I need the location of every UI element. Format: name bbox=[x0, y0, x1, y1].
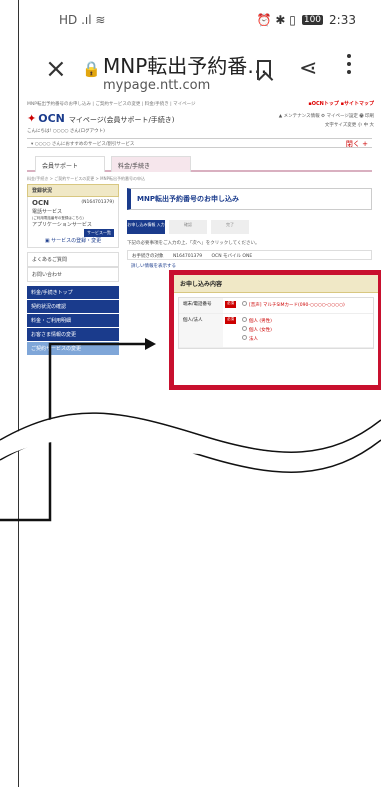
type-options: 個人 (男性) 個人 (女性) 法人 bbox=[238, 314, 373, 347]
contract-row: お手続きの対象 N164701379 OCN モバイル ONE bbox=[127, 250, 372, 260]
url-host[interactable]: mypage.ntt.com bbox=[103, 78, 210, 93]
contract-label: お手続きの対象 bbox=[132, 254, 164, 259]
alarm-bluetooth-icons: ⏰ ✱ ▯ bbox=[256, 13, 296, 27]
close-icon[interactable]: × bbox=[45, 54, 67, 84]
form-highlight-box: お申し込み内容 端末/電話番号 必須 [音声] マルチSIMカード(090-○○… bbox=[169, 270, 381, 390]
greeting: こんにちは! ○○○○ さん(ログアウト) bbox=[27, 129, 105, 134]
tab-procedure[interactable]: 料金/手続き bbox=[111, 156, 191, 172]
sidebar-nav-item[interactable]: 契約状況の確認 bbox=[27, 300, 119, 314]
type-label: 個人/法人 bbox=[179, 314, 223, 347]
instruction-text: 下記の必要事項をご入力の上、「次へ」をクリックしてください。 bbox=[127, 241, 260, 246]
status-bar: HD .ıl ≋ ⏰ ✱ ▯ 100 2:33 bbox=[19, 0, 381, 40]
option-male[interactable]: 個人 (男性) bbox=[249, 319, 272, 324]
phone-service-label: 電話サービス bbox=[32, 209, 63, 215]
terminal-value[interactable]: [音声] マルチSIMカード(090-○○○○-○○○○) bbox=[249, 303, 345, 308]
option-female[interactable]: 個人 (女性) bbox=[249, 328, 272, 333]
recommend-bar[interactable]: ▾ ○○○○ さんにおすすめのサービス/割引サービス 閉く + bbox=[27, 138, 372, 148]
required-badge: 必須 bbox=[225, 317, 236, 324]
tab-support[interactable]: 会員サポート bbox=[35, 156, 105, 172]
content-title: MNP転出予約番号のお申し込み bbox=[127, 188, 372, 210]
radio-female[interactable] bbox=[242, 326, 247, 331]
logo-subtitle: マイページ(会員サポート/手続き) bbox=[68, 116, 175, 124]
required-badge: 必須 bbox=[225, 301, 236, 308]
sidebar-item-contact[interactable]: お問い合わせ bbox=[27, 267, 119, 282]
terminal-radio[interactable] bbox=[242, 301, 247, 306]
browser-toolbar: × 🔒 MNP転出予約番… mypage.ntt.com ⋖ bbox=[19, 40, 381, 98]
status-right: ⏰ ✱ ▯ 100 2:33 bbox=[257, 13, 356, 27]
sidebar-nav-item[interactable]: 料金・ご利用明細 bbox=[27, 314, 119, 328]
form-row-type: 個人/法人 必須 個人 (男性) 個人 (女性) 法人 bbox=[179, 314, 373, 348]
sidebar-nav-item[interactable]: 料金/手続きトップ bbox=[27, 286, 119, 300]
sidebar: 登録状況 OCN (N164701379) 電話サービス (ご利用電話番号の登録は… bbox=[27, 184, 119, 374]
ocn-id: (N164701379) bbox=[81, 200, 114, 205]
form-heading: お申し込み内容 bbox=[174, 275, 378, 293]
sidebar-item-faq[interactable]: よくあるご質問 bbox=[27, 252, 119, 267]
page-title[interactable]: MNP転出予約番… bbox=[103, 50, 267, 79]
option-corporate[interactable]: 法人 bbox=[249, 337, 258, 342]
header-breadcrumb-links[interactable]: MNP転出予約番号のお申し込み | ご契約サービスの変更 | 料金/手続き | … bbox=[27, 101, 196, 107]
service-register-link[interactable]: ▣ サービスの登録・変更 bbox=[32, 237, 114, 245]
share-icon[interactable]: ⋖ bbox=[299, 56, 317, 81]
battery-icon: 100 bbox=[301, 15, 324, 25]
radio-corporate[interactable] bbox=[242, 335, 247, 340]
more-menu-icon[interactable] bbox=[347, 54, 351, 78]
signal-icon: HD .ıl ≋ bbox=[59, 13, 106, 27]
service-list-button[interactable]: サービス一覧 bbox=[84, 229, 114, 237]
sidebar-nav-item[interactable]: お客さま情報の変更 bbox=[27, 328, 119, 342]
expand-button[interactable]: 閉く + bbox=[346, 139, 368, 149]
phone-screen: HD .ıl ≋ ⏰ ✱ ▯ 100 2:33 × 🔒 MNP転出予約番… my… bbox=[18, 0, 381, 787]
progress-steps: お申し込み情報 入力 確認 完了 bbox=[127, 220, 372, 234]
main-tabs: 会員サポート 料金/手続き bbox=[27, 156, 372, 172]
web-page: MNP転出予約番号のお申し込み | ご契約サービスの変更 | 料金/手続き | … bbox=[19, 98, 381, 356]
sidebar-nav-item-active[interactable]: ご契約サービスの変更 bbox=[27, 342, 119, 356]
ocn-top-links[interactable]: ▪OCNトップ ▪サイトマップ bbox=[308, 100, 374, 107]
logo-text: OCN bbox=[38, 112, 65, 125]
bookmark-icon[interactable] bbox=[257, 60, 271, 80]
service-box: OCN (N164701379) 電話サービス (ご利用電話番号の登録はこちら) … bbox=[27, 197, 119, 248]
clock: 2:33 bbox=[329, 13, 356, 27]
text-size-controls[interactable]: 文字サイズ変更 小 中 大 bbox=[279, 121, 374, 130]
contract-plan: OCN モバイル ONE bbox=[211, 254, 253, 259]
form-table: 端末/電話番号 必須 [音声] マルチSIMカード(090-○○○○-○○○○)… bbox=[178, 297, 374, 349]
app-service-label: アプリケーションサービス bbox=[32, 222, 92, 228]
step-confirm: 確認 bbox=[169, 220, 207, 234]
lock-icon[interactable]: 🔒 bbox=[82, 60, 101, 78]
ocn-logo[interactable]: ✦ OCN マイページ(会員サポート/手続き) bbox=[27, 112, 175, 125]
ocn-mark-icon: ✦ bbox=[27, 112, 37, 125]
radio-male[interactable] bbox=[242, 317, 247, 322]
ocn-label: OCN bbox=[32, 199, 49, 207]
utility-links: ▲ メンテナンス情報 ⚙ マイページ設定 🖶 印刷 文字サイズ変更 小 中 大 bbox=[279, 112, 374, 130]
recommend-text: ▾ ○○○○ さんにおすすめのサービス/割引サービス bbox=[31, 142, 135, 147]
sidebar-heading: 登録状況 bbox=[27, 184, 119, 197]
breadcrumb[interactable]: 料金/手続き > ご契約サービスの変更 > MNP転出予約番号の申込 bbox=[27, 176, 145, 182]
terminal-value-cell: [音声] マルチSIMカード(090-○○○○-○○○○) bbox=[238, 298, 373, 313]
step-complete: 完了 bbox=[211, 220, 249, 234]
page-break-wave bbox=[0, 412, 381, 473]
terminal-label: 端末/電話番号 bbox=[179, 298, 223, 313]
form-row-terminal: 端末/電話番号 必須 [音声] マルチSIMカード(090-○○○○-○○○○) bbox=[179, 298, 373, 314]
status-left-icons: HD .ıl ≋ bbox=[59, 13, 105, 27]
step-input: お申し込み情報 入力 bbox=[127, 220, 165, 234]
contract-id: N164701379 bbox=[172, 254, 203, 259]
utility-row-1[interactable]: ▲ メンテナンス情報 ⚙ マイページ設定 🖶 印刷 bbox=[279, 112, 374, 121]
